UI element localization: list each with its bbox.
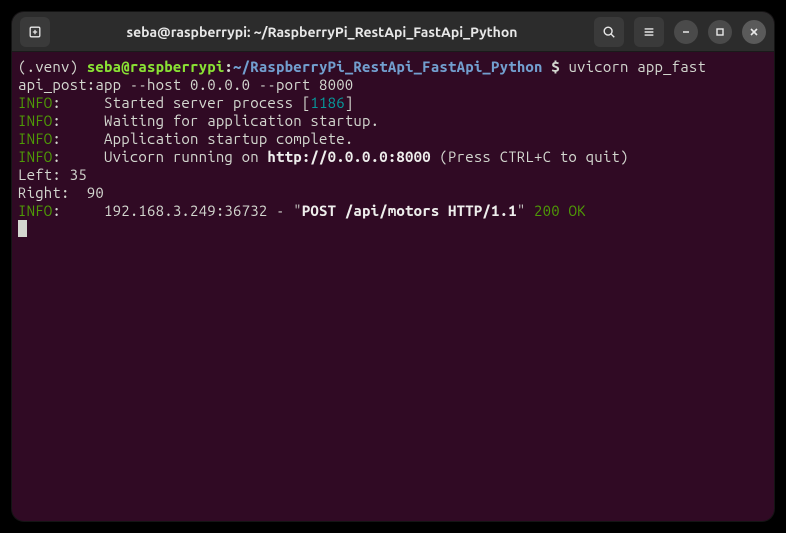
info-label: INFO <box>18 130 52 147</box>
cursor <box>18 220 27 237</box>
titlebar-right <box>594 17 766 47</box>
log-text: Application startup complete. <box>104 130 353 147</box>
terminal-window: seba@raspberrypi: ~/RaspberryPi_RestApi_… <box>12 12 774 521</box>
minimize-icon <box>681 27 691 37</box>
log-text: Waiting for application startup. <box>104 112 379 129</box>
cursor-line <box>18 220 768 238</box>
output-right: Right: 90 <box>18 184 768 202</box>
log-text: Uvicorn running on <box>104 148 267 165</box>
info-label: INFO <box>18 202 52 219</box>
new-tab-icon <box>28 25 42 39</box>
log-text: (Press CTRL+C to quit) <box>431 148 629 165</box>
command-text-cont: api_post:app --host 0.0.0.0 --port 8000 <box>18 76 353 93</box>
log-text: Started server process [ <box>104 94 310 111</box>
http-request: POST /api/motors HTTP/1.1 <box>302 202 517 219</box>
quote: " <box>517 202 534 219</box>
info-label: INFO <box>18 112 52 129</box>
log-text: ] <box>345 94 354 111</box>
maximize-icon <box>715 27 725 37</box>
command-text: uvicorn app_fast <box>568 58 706 75</box>
prompt-line-2: api_post:app --host 0.0.0.0 --port 8000 <box>18 76 768 94</box>
close-button[interactable] <box>742 20 766 44</box>
venv-prefix: (.venv) <box>18 58 87 75</box>
search-button[interactable] <box>594 17 624 47</box>
minimize-button[interactable] <box>674 20 698 44</box>
server-url: http://0.0.0.0:8000 <box>267 148 430 165</box>
log-sep: : <box>52 148 104 165</box>
terminal-output[interactable]: (.venv) seba@raspberrypi:~/RaspberryPi_R… <box>12 52 774 521</box>
colon: : <box>224 58 233 75</box>
info-label: INFO <box>18 148 52 165</box>
maximize-button[interactable] <box>708 20 732 44</box>
client-ip: 192.168.3.249:36732 - " <box>104 202 302 219</box>
menu-button[interactable] <box>634 17 664 47</box>
log-sep: : <box>52 130 104 147</box>
hamburger-icon <box>642 25 656 39</box>
log-sep: : <box>52 202 104 219</box>
log-line-3: INFO: Application startup complete. <box>18 130 768 148</box>
log-line-4: INFO: Uvicorn running on http://0.0.0.0:… <box>18 148 768 166</box>
titlebar-left <box>20 17 50 47</box>
prompt-line-1: (.venv) seba@raspberrypi:~/RaspberryPi_R… <box>18 58 768 76</box>
log-line-2: INFO: Waiting for application startup. <box>18 112 768 130</box>
output-left: Left: 35 <box>18 166 768 184</box>
prompt-dollar: $ <box>551 58 568 75</box>
process-id: 1186 <box>310 94 344 111</box>
new-tab-button[interactable] <box>20 17 50 47</box>
http-status: 200 OK <box>534 202 586 219</box>
log-line-1: INFO: Started server process [1186] <box>18 94 768 112</box>
titlebar: seba@raspberrypi: ~/RaspberryPi_RestApi_… <box>12 12 774 52</box>
window-title: seba@raspberrypi: ~/RaspberryPi_RestApi_… <box>56 24 588 40</box>
close-icon <box>749 27 759 37</box>
search-icon <box>602 25 616 39</box>
user-host: seba@raspberrypi <box>87 58 225 75</box>
log-line-request: INFO: 192.168.3.249:36732 - "POST /api/m… <box>18 202 768 220</box>
info-label: INFO <box>18 94 52 111</box>
log-sep: : <box>52 112 104 129</box>
log-sep: : <box>52 94 104 111</box>
cwd-path: ~/RaspberryPi_RestApi_FastApi_Python <box>233 58 551 75</box>
